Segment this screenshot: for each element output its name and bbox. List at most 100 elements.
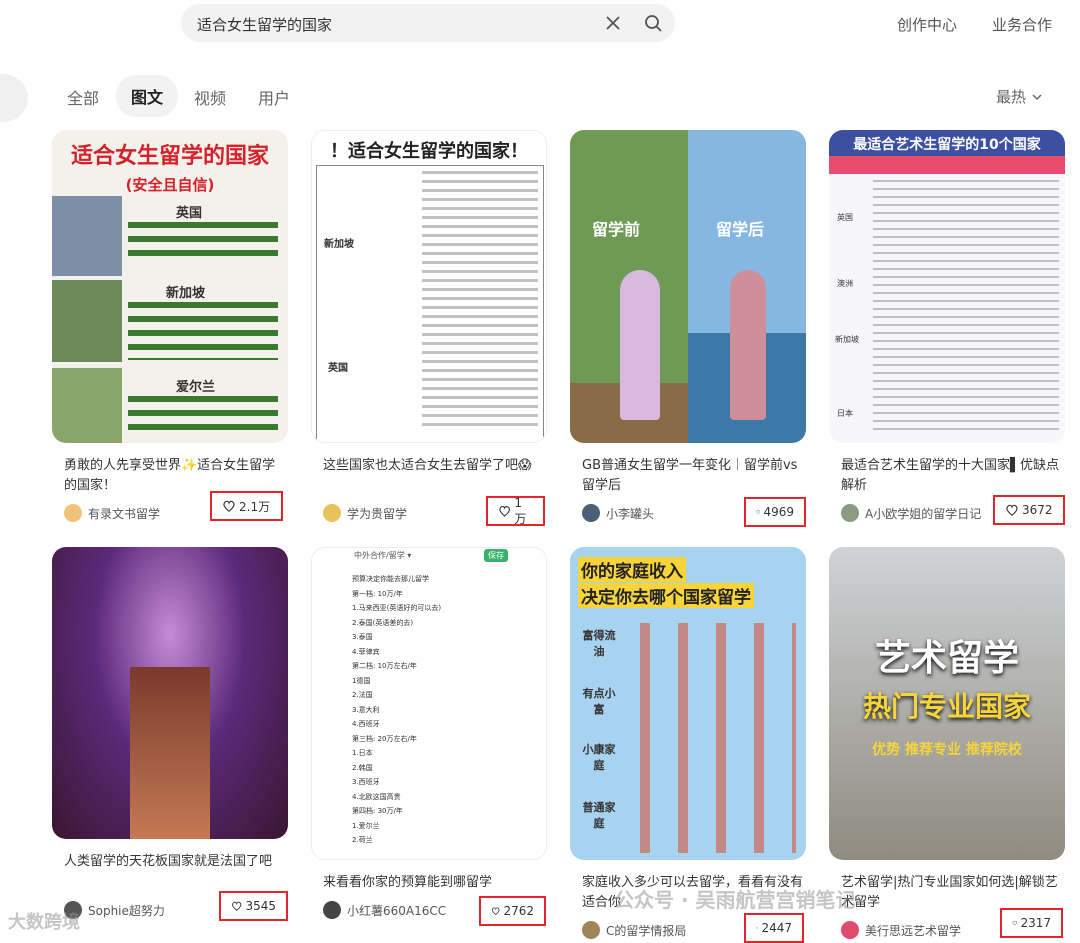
card-thumbnail[interactable]: 适合女生留学的国家 (安全且自信) 英国 新加坡 爱尔兰 bbox=[52, 130, 288, 443]
country-label: 日本 bbox=[837, 409, 853, 418]
search-icon[interactable] bbox=[643, 13, 663, 33]
table-header bbox=[829, 156, 1065, 174]
heart-icon bbox=[223, 500, 235, 512]
app-header: 中外合作/留学 ▾ bbox=[354, 551, 412, 560]
card-thumbnail[interactable]: 最适合艺术生留学的10个国家 英国 澳洲 新加坡 日本 bbox=[829, 130, 1065, 443]
sort-dropdown[interactable]: 最热 bbox=[996, 86, 1043, 107]
avatar bbox=[323, 901, 341, 919]
photo-singapore bbox=[52, 280, 122, 362]
card-thumbnail[interactable]: 留学前 留学后 bbox=[570, 130, 806, 443]
like-count: 2762 bbox=[503, 904, 534, 918]
author-name: 学为贵留学 bbox=[347, 506, 408, 521]
drink-icons bbox=[640, 623, 796, 853]
like-count: 2317 bbox=[1020, 916, 1051, 930]
like-count: 1万 bbox=[514, 495, 527, 526]
like-button[interactable]: 2762 bbox=[479, 896, 546, 926]
card-author[interactable]: 学为贵留学 bbox=[323, 504, 407, 522]
country-label: 澳洲 bbox=[837, 279, 853, 288]
card-author[interactable]: C的留学情报局 bbox=[582, 921, 686, 939]
thumb-headline: 适合女生留学的国家 bbox=[70, 144, 269, 169]
card-thumbnail[interactable] bbox=[52, 547, 288, 839]
card-thumbnail[interactable]: 你的家庭收入 决定你去哪个国家留学 富得流油 有点小富 小康家庭 普通家庭 bbox=[570, 547, 806, 860]
author-name: 小红薯660A16CC bbox=[347, 903, 447, 918]
card-title[interactable]: GB普通女生留学一年变化｜留学前vs留学后 bbox=[582, 456, 804, 496]
card-title[interactable]: 勇敢的人先享受世界✨适合女生留学的国家！ bbox=[64, 456, 286, 496]
thumb-line1: 你的家庭收入 bbox=[578, 557, 686, 582]
card-author[interactable]: 美行思远艺术留学 bbox=[841, 921, 961, 939]
avatar bbox=[841, 921, 859, 939]
card-title[interactable]: 来看看你家的预算能到哪留学 bbox=[323, 873, 545, 893]
thumb-headline: ！适合女生留学的国家！ bbox=[330, 141, 528, 162]
like-button[interactable]: 4969 bbox=[744, 497, 806, 527]
card-title[interactable]: 最适合艺术生留学的十大国家▌优缺点解析 bbox=[841, 456, 1063, 496]
card-title[interactable]: 这些国家也太适合女生去留学了吧😱 bbox=[323, 456, 545, 476]
watermark-logo: 大数跨境 bbox=[8, 912, 80, 933]
like-button[interactable]: 2447 bbox=[744, 913, 804, 943]
like-button[interactable]: 2317 bbox=[1000, 908, 1063, 938]
label-after: 留学后 bbox=[716, 220, 765, 239]
section-uk: 英国 bbox=[176, 206, 203, 221]
avatar bbox=[64, 504, 82, 522]
heart-icon bbox=[1006, 504, 1018, 516]
search-bar[interactable]: 适合女生留学的国家 bbox=[181, 4, 675, 42]
like-count: 4969 bbox=[763, 505, 794, 519]
card-author[interactable]: 小红薯660A16CC bbox=[323, 901, 446, 919]
chevron-down-icon bbox=[1032, 94, 1042, 101]
heart-icon bbox=[756, 927, 759, 930]
author-name: 美行思远艺术留学 bbox=[865, 923, 962, 938]
save-badge: 保存 bbox=[484, 549, 508, 562]
card-thumbnail[interactable]: ！适合女生留学的国家！ 新加坡 英国 bbox=[311, 130, 547, 443]
author-name: 小李罐头 bbox=[606, 506, 655, 521]
clear-icon[interactable] bbox=[603, 13, 623, 33]
sort-label: 最热 bbox=[996, 88, 1027, 106]
card-author[interactable]: 小李罐头 bbox=[582, 504, 654, 522]
card-author[interactable]: 有录文书留学 bbox=[64, 504, 160, 522]
search-input[interactable]: 适合女生留学的国家 bbox=[197, 14, 332, 35]
text-lines bbox=[128, 302, 278, 360]
thumb-line1: 艺术留学 bbox=[874, 638, 1019, 679]
like-button[interactable]: 1万 bbox=[486, 496, 545, 526]
section-ie: 爱尔兰 bbox=[176, 380, 216, 395]
thumb-headline: 最适合艺术生留学的10个国家 bbox=[853, 137, 1041, 153]
tier-label: 富得流油 bbox=[582, 629, 616, 658]
side-button[interactable] bbox=[0, 74, 28, 122]
tab-video[interactable]: 视频 bbox=[194, 85, 226, 109]
business-link[interactable]: 业务合作 bbox=[992, 14, 1052, 35]
avatar bbox=[841, 504, 859, 522]
label-before: 留学前 bbox=[592, 220, 641, 239]
text-lines bbox=[422, 171, 538, 431]
like-button[interactable]: 2.1万 bbox=[210, 491, 283, 521]
avatar bbox=[323, 504, 341, 522]
card-title[interactable]: 艺术留学|热门专业国家如何选|解锁艺术留学 bbox=[841, 873, 1063, 913]
card-thumbnail[interactable]: 艺术留学 热门专业国家 优势 推荐专业 推荐院校 bbox=[829, 547, 1065, 860]
like-count: 2.1万 bbox=[239, 499, 271, 514]
card-thumbnail[interactable]: 中外合作/留学 ▾ 保存 预算决定你能去那儿留学 第一档: 10万/年 1.马来西亚… bbox=[311, 547, 547, 860]
tab-all[interactable]: 全部 bbox=[67, 85, 99, 109]
tab-image-text[interactable]: 图文 bbox=[116, 75, 179, 117]
tab-users[interactable]: 用户 bbox=[258, 85, 290, 109]
text-lines bbox=[128, 396, 278, 436]
like-button[interactable]: 3545 bbox=[219, 891, 288, 921]
chapel-nave bbox=[130, 667, 210, 839]
avatar bbox=[582, 504, 600, 522]
avatar bbox=[582, 921, 600, 939]
watermark: 公众号 · 吴雨航营宫销笔记 bbox=[614, 888, 856, 912]
creator-center-link[interactable]: 创作中心 bbox=[897, 14, 957, 35]
row-label: 新加坡 bbox=[324, 239, 354, 250]
tier-label: 普通家庭 bbox=[582, 801, 616, 830]
person-after bbox=[730, 270, 766, 420]
like-button[interactable]: 3672 bbox=[993, 495, 1065, 525]
text-lines bbox=[873, 180, 1059, 436]
tier-label: 小康家庭 bbox=[582, 743, 616, 772]
country-label: 英国 bbox=[837, 213, 853, 222]
country-label: 新加坡 bbox=[835, 335, 859, 344]
heart-icon bbox=[1012, 920, 1017, 926]
card-title[interactable]: 人类留学的天花板国家就是法国了吧 bbox=[64, 852, 286, 872]
card-author[interactable]: A小欧学姐的留学日记 bbox=[841, 504, 981, 522]
row-label: 英国 bbox=[328, 363, 348, 374]
heart-icon bbox=[491, 907, 500, 916]
like-count: 2447 bbox=[761, 921, 792, 935]
thumb-subtitle: (安全且自信) bbox=[125, 176, 215, 194]
heart-icon bbox=[756, 510, 761, 514]
thumb-line2: 决定你去哪个国家留学 bbox=[578, 583, 754, 608]
